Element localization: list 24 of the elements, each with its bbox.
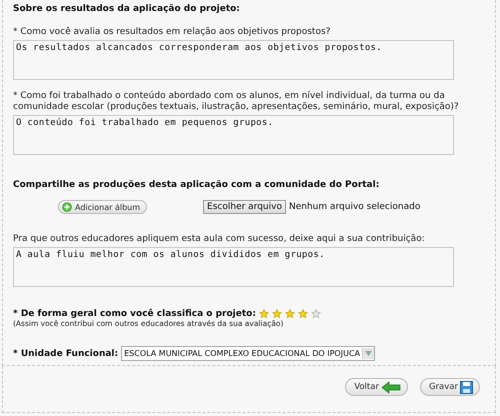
star-icon[interactable]: [258, 309, 269, 319]
contribution-box[interactable]: A aula fluiu melhor com os alunos divididos em grupos.: [13, 247, 454, 287]
save-button[interactable]: Gravar: [420, 378, 480, 396]
unit-label: * Unidade Funcional:: [13, 348, 118, 358]
plus-circle-icon: [62, 202, 72, 212]
dropdown-arrow-icon: [365, 351, 372, 356]
rating-label: * De forma geral como você classifica o projeto:: [13, 309, 256, 319]
answer-box[interactable]: O conteúdo foi trabalhado em pequenos grupos.: [13, 115, 454, 155]
star-icon[interactable]: [310, 309, 321, 319]
star-icon[interactable]: [284, 309, 295, 319]
unit-select[interactable]: ESCOLA MUNICIPAL COMPLEXO EDUCACIONAL DO IPOJUCA: [121, 346, 375, 361]
answer-box[interactable]: Os resultados alcancados corresponderam aos objetivos propostos.: [13, 40, 454, 80]
question-label: * Como você avalia os resultados em relação aos objetivos propostos?: [13, 27, 332, 38]
star-icon[interactable]: [272, 309, 282, 319]
file-status: Nenhum arquivo selecionado: [288, 202, 420, 212]
contribution-label: Pra que outros educadores apliquem esta aula com sucesso, deixe aqui a sua contribuição:: [13, 234, 426, 245]
star-icon[interactable]: [298, 309, 308, 319]
section-title: Sobre os resultados da aplicação do projeto:: [13, 3, 241, 15]
arrow-left-icon: [380, 380, 401, 394]
add-album-button[interactable]: Adicionar álbum: [58, 200, 148, 214]
section-title: Compartilhe as produções desta aplicação com a comunidade do Portal:: [13, 179, 380, 191]
back-button[interactable]: Voltar: [345, 378, 408, 396]
choose-file-button[interactable]: Escolher arquivo: [203, 200, 286, 214]
question-label: * Como foi trabalhado o conteúdo abordado com os alunos, em nível individual, da turma ou da comunidade escolar (produções textuais, ilustração, apresentações, seminário, mural, exposição)?: [13, 91, 460, 113]
